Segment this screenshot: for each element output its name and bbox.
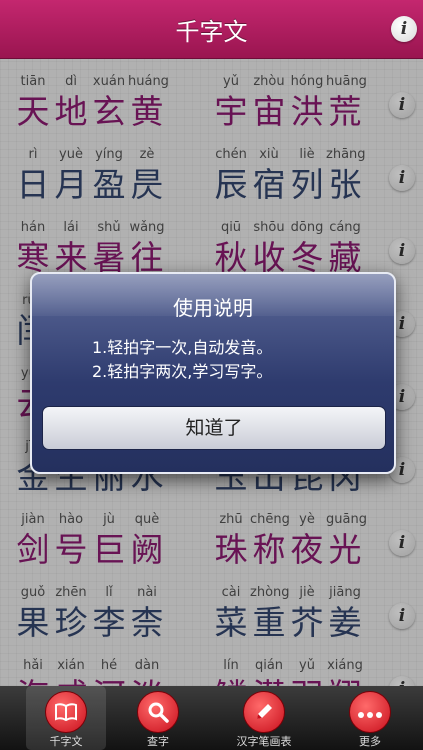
- dialog-line-2: 2.轻拍字两次,学习写字。: [92, 362, 273, 381]
- instructions-dialog: 使用说明 1.轻拍字一次,自动发音。 2.轻拍字两次,学习写字。 知道了: [30, 272, 396, 474]
- book-icon: [45, 691, 87, 733]
- tab-more[interactable]: 更多: [330, 686, 410, 750]
- dialog-ok-button[interactable]: 知道了: [42, 406, 386, 450]
- dialog-line-1: 1.轻拍字一次,自动发音。: [92, 338, 273, 357]
- tab-label: 查字: [147, 735, 169, 748]
- more-icon: [349, 691, 391, 733]
- tab-label: 更多: [359, 735, 381, 748]
- info-icon[interactable]: i: [391, 16, 417, 42]
- tab-bar: 千字文 查字 汉字笔画表 更多: [0, 686, 423, 750]
- search-icon: [137, 691, 179, 733]
- page-title: 千字文: [175, 18, 248, 46]
- tab-label: 汉字笔画表: [236, 735, 292, 748]
- pencil-icon: [243, 691, 285, 733]
- tab-stroke-table[interactable]: 汉字笔画表: [224, 686, 304, 750]
- tab-label: 千字文: [49, 735, 83, 748]
- tab-search[interactable]: 查字: [118, 686, 198, 750]
- nav-bar: 千字文 i: [0, 0, 423, 59]
- dialog-message: 1.轻拍字一次,自动发音。 2.轻拍字两次,学习写字。: [92, 336, 272, 384]
- tab-qianziwen[interactable]: 千字文: [26, 686, 106, 750]
- dialog-title: 使用说明: [173, 296, 253, 320]
